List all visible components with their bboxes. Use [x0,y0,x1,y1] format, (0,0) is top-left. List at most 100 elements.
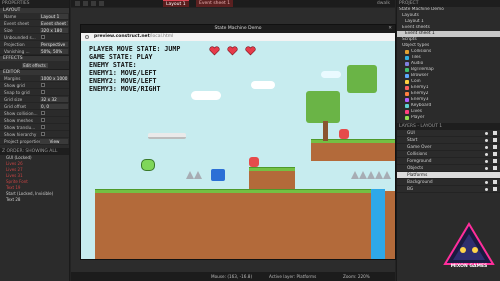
spike [186,171,194,179]
prop-checkbox[interactable] [41,132,45,136]
spike [383,171,391,179]
close-icon[interactable]: ✕ [388,25,392,33]
layer-item[interactable]: Platforms [397,172,500,179]
z-order-text28-item[interactable]: Text 28 [0,197,69,203]
spike [375,171,383,179]
heart-icon [245,46,256,56]
mouse-position: Mouse: (163, -16.8) [211,274,253,279]
cloud-2 [251,81,275,89]
layer-item[interactable]: Objects [397,165,500,172]
redo-icon[interactable] [91,1,96,6]
project-tree-label: Keyboard [411,103,432,108]
construct-editor: PROPERTIES LAYOUT Name Layout 1 Event shee… [0,0,500,281]
layer-item[interactable]: Game Over [397,144,500,151]
editor-prop-row: Show meshes [0,117,69,124]
tab-event-sheet-1[interactable]: Event sheet 1 [196,0,234,7]
project-tree-label: Layout 1 [405,19,424,24]
tree-canopy [306,91,340,123]
project-tree-label: Browser [411,73,429,78]
prop-label: Grid size [4,96,23,102]
editor-tabbar: Layout 1 Event sheet 1 dwalk [71,0,395,7]
hud-line: ENEMY STATE: [89,61,137,69]
prop-value[interactable]: Perspective [40,41,68,47]
editor-prop-row: Snap to grid [0,89,69,96]
main-ground [95,191,375,259]
project-tree-label: Collisions [411,49,432,54]
url-domain: preview.construct.net [94,34,150,39]
hud-line: ENEMY1: MOVE/LEFT [89,69,157,77]
tab-layout-1[interactable]: Layout 1 [163,0,189,7]
layer-label: GUI [407,131,415,136]
project-tree-item[interactable]: Player [397,115,500,121]
properties-title: PROPERTIES [0,0,69,7]
url-bar[interactable]: preview.construct.net/local.html [81,33,395,41]
hud-line: ENEMY2: MOVE/LEFT [89,77,157,85]
layer-label: Platforms [407,173,428,178]
visibility-icon[interactable] [485,146,488,149]
prop-checkbox[interactable] [41,35,45,39]
play-icon[interactable] [99,1,104,6]
editor-prop-row: Show hierarchy [0,131,69,138]
lock-checkbox[interactable] [493,159,497,163]
prop-label: Projection [4,41,25,47]
layer-label: Collisions [407,152,428,157]
prop-value[interactable]: Event sheet 1 [40,20,68,26]
lock-checkbox[interactable] [493,145,497,149]
prop-value[interactable]: 0, 0 [40,103,68,109]
layer-item[interactable]: Collisions [397,151,500,158]
lock-checkbox[interactable] [493,131,497,135]
lock-checkbox[interactable] [493,187,497,191]
project-tree: State Machine Demo Layouts Layout 1 Event s… [397,7,500,121]
prop-label: Margins [4,75,21,81]
game-canvas[interactable]: PLAYER MOVE STATE: JUMP GAME STATE: PLAY E… [81,41,395,259]
tree-trunk [323,121,328,141]
prop-checkbox[interactable] [41,111,45,115]
prop-checkbox[interactable] [41,118,45,122]
editor-prop-row: Grid size 32 x 32 [0,96,69,103]
hud-text: PLAYER MOVE STATE: JUMP GAME STATE: PLAY E… [89,45,180,93]
lock-checkbox[interactable] [493,180,497,184]
lock-checkbox[interactable] [493,166,497,170]
prop-value[interactable]: 1000 x 1000 [40,75,68,81]
visibility-icon[interactable] [485,153,488,156]
visibility-icon[interactable] [485,139,488,142]
layer-item[interactable]: Background [397,179,500,186]
prop-checkbox[interactable] [41,125,45,129]
prop-value[interactable]: 320 x 180 [40,27,68,33]
layer-item[interactable]: Foreground [397,158,500,165]
prop-value[interactable]: Layout 1 [40,13,68,19]
prop-value[interactable]: 50%, 50% [40,48,68,54]
prop-checkbox[interactable] [41,90,45,94]
waterfall [371,189,385,259]
visibility-icon[interactable] [485,167,488,170]
url-path: /local.html [149,34,174,39]
view-button[interactable]: View [40,138,68,144]
user-label: dwalk [376,1,390,6]
z-order-list: GUI (Locked) Lives 26 Lives 27 Lives 31 Spri… [0,155,69,191]
edit-effects-button[interactable]: Edit effects [21,62,48,68]
visibility-icon[interactable] [485,181,488,184]
layer-item[interactable]: BG [397,186,500,193]
menu-icon[interactable] [75,1,80,6]
prop-value[interactable]: 32 x 32 [40,96,68,102]
visibility-icon[interactable] [485,160,488,163]
layout-props: Name Layout 1 Event sheet Event sheet 1 Size… [0,13,69,55]
prop-label: Show grid [4,82,25,88]
undo-icon[interactable] [83,1,88,6]
prop-label: Event sheet [4,20,29,26]
prop-label: Show translu... [4,124,36,130]
player-character [141,159,155,171]
visibility-icon[interactable] [485,174,488,177]
lock-checkbox[interactable] [493,138,497,142]
visibility-icon[interactable] [485,132,488,135]
layer-item[interactable]: Start [397,137,500,144]
lock-checkbox[interactable] [493,152,497,156]
layout-prop-row: Vanishing ... 50%, 50% [0,48,69,55]
visibility-icon[interactable] [485,188,488,191]
prop-checkbox[interactable] [41,83,45,87]
project-tree-label: BgTilemap [411,67,434,72]
layer-item[interactable]: GUI [397,130,500,137]
lock-checkbox[interactable] [493,173,497,177]
prop-label: Vanishing ... [4,48,30,54]
object-type-icon [405,104,409,108]
